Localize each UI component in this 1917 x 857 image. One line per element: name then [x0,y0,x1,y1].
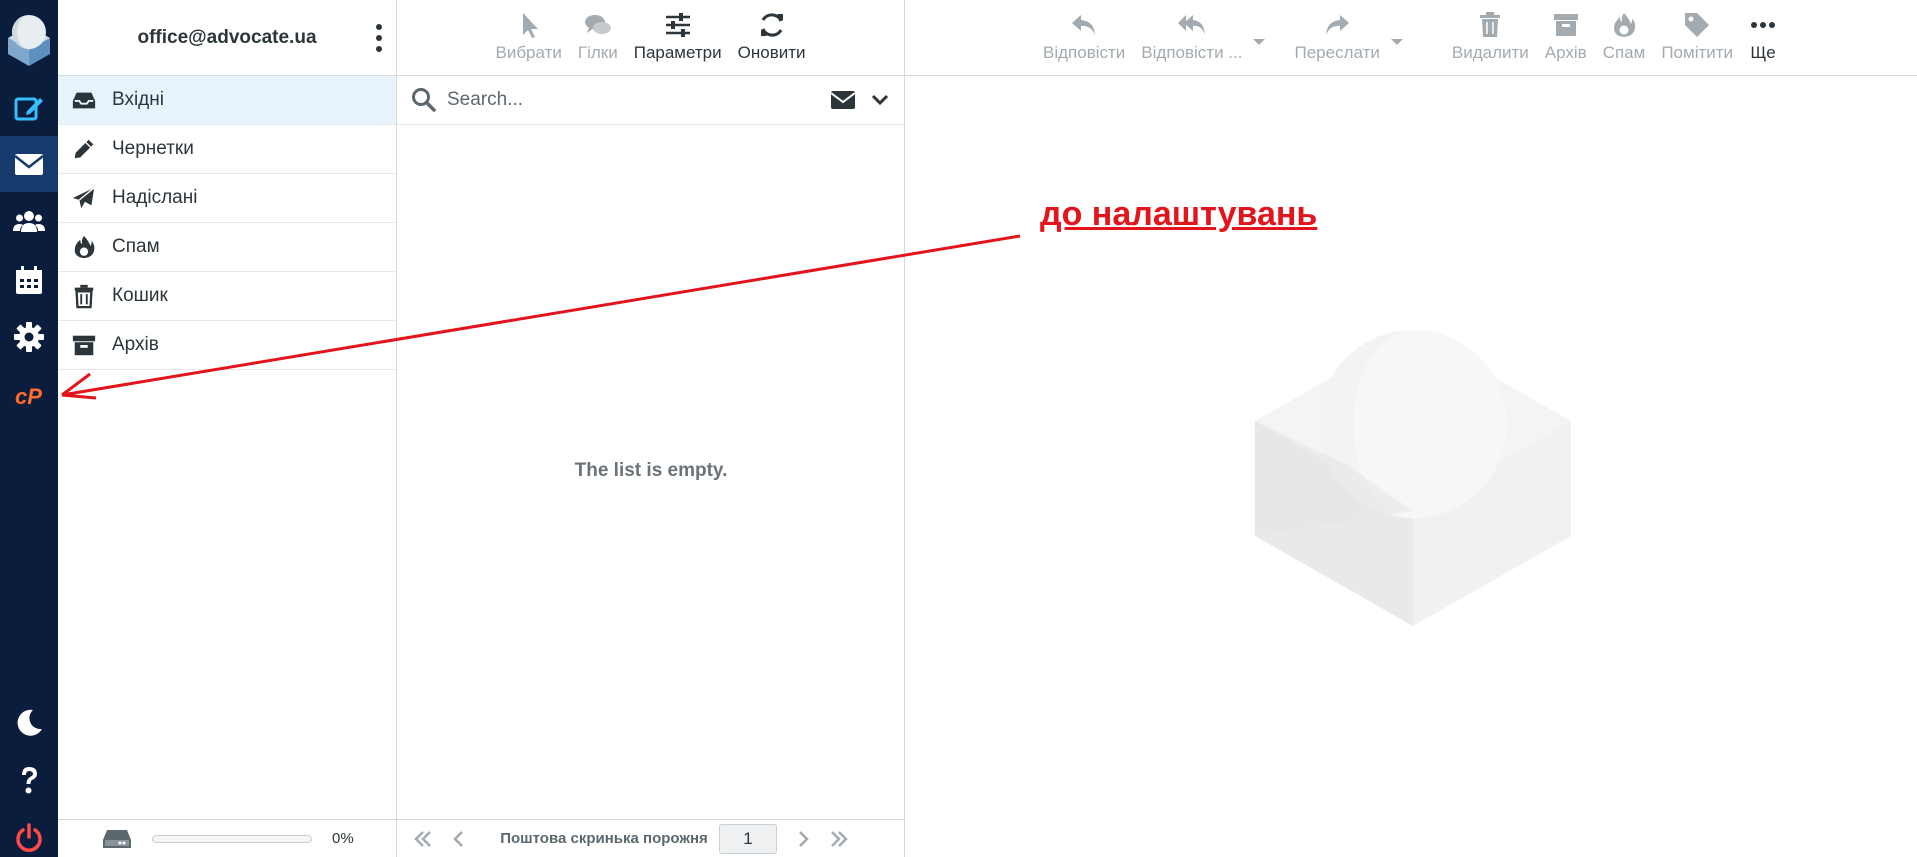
archive-icon [70,331,98,359]
reply-all-icon [1177,15,1205,35]
contacts-button[interactable] [0,194,58,250]
folder-label: Чернетки [112,138,194,159]
spam-button[interactable]: Спам [1595,11,1654,63]
question-icon [22,767,37,794]
account-menu-button[interactable] [372,24,386,52]
compose-icon [14,97,43,121]
empty-list-message: The list is empty. [574,460,728,481]
folder-item-trash[interactable]: Кошик [58,272,396,321]
search-bar [397,76,904,125]
envelope-icon [14,154,44,175]
settings-button[interactable] [0,309,58,365]
folder-item-sent[interactable]: Надіслані [58,174,396,223]
cpanel-button[interactable]: cP [0,368,58,424]
calendar-icon [16,266,42,294]
chevron-left-icon [453,830,463,847]
help-button[interactable] [0,752,58,808]
folder-item-spam[interactable]: Спам [58,223,396,272]
moon-icon [17,709,42,736]
svg-text:cP: cP [15,384,42,409]
folders-header: office@advocate.ua [58,0,396,76]
archive-icon [1553,14,1578,36]
annotation-label: до налаштувань [1040,195,1318,233]
quota-text: 0% [332,830,354,847]
quota-footer: 0% [58,819,397,857]
mail-button[interactable] [0,136,58,192]
double-chevron-left-icon [414,830,431,847]
next-page-button[interactable] [785,824,821,854]
folder-label: Надіслані [112,187,198,208]
folder-list: Вхідні Чернетки Надіслані Спам Кошик Арх… [58,76,396,370]
account-email: office@advocate.ua [137,26,317,48]
page-number-input[interactable] [719,823,777,854]
pencil-icon [70,135,98,163]
refresh-button[interactable]: Оновити [730,11,814,63]
folder-item-archive[interactable]: Архів [58,321,396,370]
archive-button[interactable]: Архів [1537,11,1595,63]
inbox-icon [70,86,98,114]
fire-icon [70,233,98,261]
list-footer: Поштова скринька порожня [397,819,905,857]
power-icon [16,823,42,852]
trash-icon [70,282,98,310]
more-button[interactable]: Ще [1741,11,1785,63]
forward-button[interactable]: Переслати [1286,11,1387,63]
users-icon [13,211,45,232]
refresh-icon [760,13,783,37]
app-logo[interactable] [4,10,54,66]
mark-button[interactable]: Помітити [1653,11,1741,63]
cpanel-icon: cP [15,384,42,409]
search-icon [412,88,436,112]
folder-item-drafts[interactable]: Чернетки [58,125,396,174]
folder-label: Кошик [112,285,168,306]
roundcube-logo-icon [8,15,50,66]
app-rail: cP [0,0,58,857]
chevron-down-icon[interactable] [870,90,890,110]
trash-icon [1480,12,1501,37]
cursor-icon [522,13,538,38]
last-page-button[interactable] [821,824,857,854]
reply-icon [1072,15,1096,35]
reply-all-button[interactable]: Відповісти ... [1133,11,1250,63]
search-input[interactable] [447,89,822,111]
tag-icon [1685,13,1710,37]
gear-icon [14,322,44,352]
prev-page-button[interactable] [441,824,477,854]
calendar-button[interactable] [0,252,58,308]
fire-icon [1614,13,1636,37]
dark-mode-button[interactable] [0,695,58,751]
reply-button[interactable]: Відповісти [1035,11,1133,63]
folder-label: Спам [112,236,160,257]
ellipsis-icon [1751,22,1776,28]
options-button[interactable]: Параметри [626,11,730,63]
message-list-panel: Вибрати Гілки Параметри Оновити The list… [397,0,905,857]
select-button[interactable]: Вибрати [487,11,569,63]
reply-all-dropdown-icon[interactable] [1252,37,1266,47]
folder-panel: office@advocate.ua Вхідні Чернетки Надіс… [58,0,397,857]
logout-button[interactable] [0,810,58,857]
envelope-filter-icon[interactable] [830,90,856,110]
folder-item-inbox[interactable]: Вхідні [58,76,396,125]
threads-button[interactable]: Гілки [570,11,626,63]
empty-mailbox-illustration [1255,330,1571,626]
sliders-icon [665,13,690,37]
hard-drive-icon [103,829,131,848]
quota-bar [152,834,312,843]
comments-icon [584,15,611,34]
folder-label: Вхідні [112,89,164,110]
delete-button[interactable]: Видалити [1444,11,1537,63]
compose-button[interactable] [0,80,58,136]
forward-icon [1326,15,1350,35]
mailbox-status: Поштова скринька порожня [500,830,708,847]
forward-dropdown-icon[interactable] [1390,37,1404,47]
double-chevron-right-icon [831,830,848,847]
chevron-right-icon [799,830,809,847]
folder-label: Архів [112,334,159,355]
paper-plane-icon [70,184,98,212]
first-page-button[interactable] [405,824,441,854]
message-toolbar: Відповісти Відповісти ... Переслати Вида… [905,0,1917,76]
list-toolbar: Вибрати Гілки Параметри Оновити [397,0,904,76]
